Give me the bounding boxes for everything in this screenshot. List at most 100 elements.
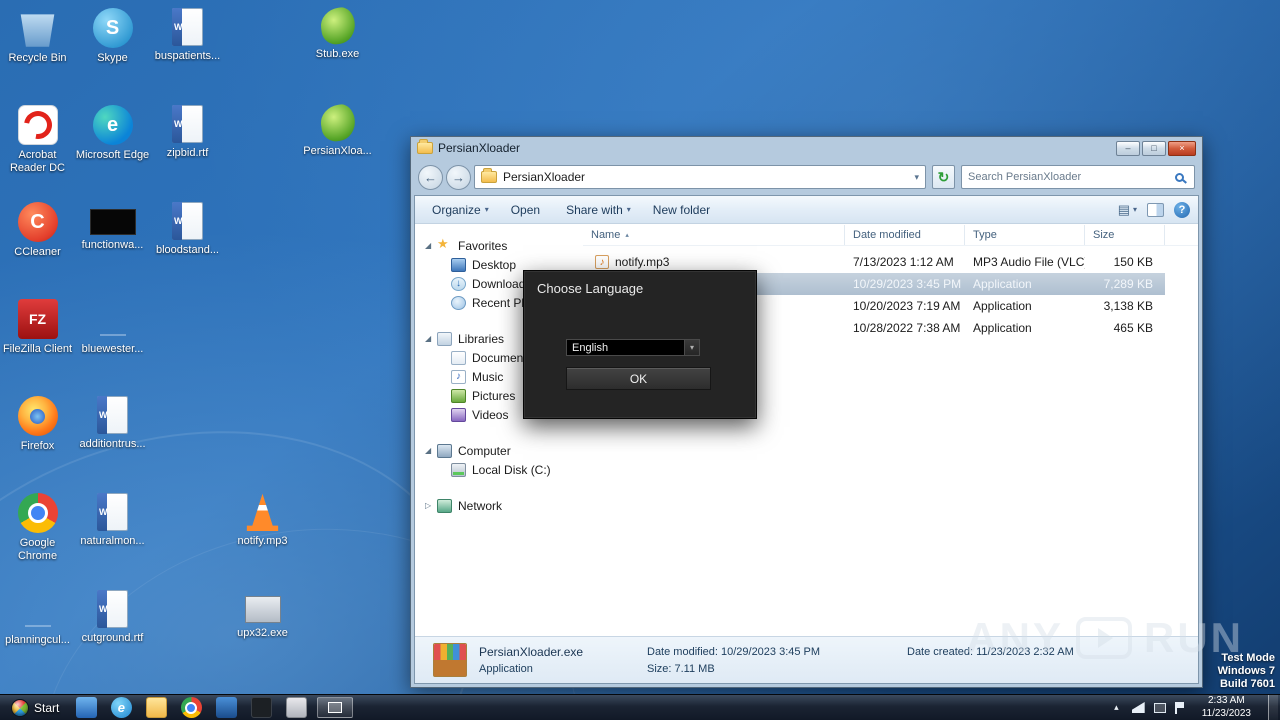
taskbar-app-button[interactable] (73, 696, 99, 720)
desktop-icon[interactable]: Skype (75, 2, 150, 99)
language-value: English (572, 341, 609, 354)
address-dropdown-icon[interactable]: ▾ (914, 172, 919, 183)
desktop-icon-label: naturalmon... (80, 535, 145, 547)
desktop-icon[interactable]: zipbid.rtf (150, 99, 225, 196)
desktop-icon[interactable]: Stub.exe (300, 2, 375, 99)
views-button[interactable]: ▤ ▾ (1118, 202, 1137, 218)
desktop-icon-image (17, 105, 58, 145)
active-window-button[interactable] (317, 697, 354, 718)
display-icon[interactable] (1153, 702, 1166, 713)
taskbar-app-icon (215, 697, 237, 718)
desktop-icon[interactable]: cutground.rtf (75, 584, 150, 681)
sidebar-item-icon (451, 407, 466, 422)
file-type: Application (973, 321, 1032, 335)
desktop-icon-label: Recycle Bin (8, 52, 67, 64)
toolbar-button[interactable]: Organize ▾ (423, 200, 498, 220)
desktop-icon-image (172, 8, 203, 46)
taskbar-app-button[interactable] (283, 696, 309, 720)
expander-icon[interactable]: ◢ (425, 446, 437, 455)
dropdown-icon[interactable]: ▾ (684, 340, 699, 355)
desktop-icon[interactable]: CCleaner (0, 196, 75, 293)
sidebar-item[interactable]: ▷ Network (415, 496, 583, 515)
refresh-button[interactable]: ↻ (932, 165, 955, 189)
taskbar-app-icon (285, 697, 307, 718)
desktop-icon[interactable]: upx32.exe (225, 584, 300, 681)
toolbar-button[interactable]: Open (502, 200, 553, 220)
start-button[interactable]: Start (2, 695, 68, 720)
sidebar-item[interactable]: ◢ Favorites (415, 236, 583, 255)
details-filename: PersianXloader.exe (479, 645, 584, 659)
toolbar-button[interactable]: Share with ▾ (557, 200, 640, 220)
details-date-modified: Date modified: 10/29/2023 3:45 PM (647, 646, 821, 658)
column-header[interactable]: Name ▴ (583, 225, 845, 245)
desktop-icon[interactable]: Recycle Bin (0, 2, 75, 99)
search-placeholder: Search PersianXloader (968, 171, 1082, 183)
desktop-icon-label: Microsoft Edge (75, 149, 150, 161)
system-tray: ▴ 2:33 AM 11/23/2023 (1110, 694, 1278, 720)
column-header[interactable]: Size (1085, 225, 1165, 245)
desktop-icon[interactable]: PersianXloa... (300, 99, 375, 196)
windows-orb-icon (11, 698, 29, 717)
desktop-icon[interactable]: Firefox (0, 390, 75, 487)
desktop-icon[interactable]: FileZilla Client (0, 293, 75, 390)
file-date-modified: 10/29/2023 3:45 PM (853, 277, 962, 291)
desktop-icon[interactable]: bloodstand... (150, 196, 225, 293)
breadcrumb[interactable]: PersianXloader (503, 170, 585, 184)
column-header[interactable]: Date modified (845, 225, 965, 245)
desktop-icon[interactable]: buspatients... (150, 2, 225, 99)
language-select[interactable]: English ▾ (566, 339, 700, 356)
file-type: MP3 Audio File (VLC) (973, 255, 1085, 269)
expander-icon[interactable]: ▷ (425, 501, 437, 510)
sidebar-item-icon (437, 331, 452, 346)
desktop-icon-image (20, 14, 55, 47)
expander-icon[interactable]: ◢ (425, 241, 437, 250)
show-desktop-button[interactable] (1268, 694, 1278, 720)
close-button[interactable]: × (1168, 140, 1196, 156)
taskbar-app-button[interactable] (248, 696, 274, 720)
desktop-icon[interactable]: naturalmon... (75, 487, 150, 584)
search-icon[interactable] (1175, 172, 1184, 182)
taskbar-app-button[interactable] (108, 696, 134, 720)
sidebar-item[interactable]: ◢ Computer (415, 441, 583, 460)
forward-button[interactable]: → (446, 164, 471, 190)
desktop-icon-image (97, 396, 128, 434)
taskbar-clock[interactable]: 2:33 AM 11/23/2023 (1194, 695, 1259, 720)
file-name: notify.mp3 (615, 255, 670, 269)
search-box[interactable]: Search PersianXloader (961, 165, 1195, 189)
sidebar-item[interactable]: Local Disk (C:) (415, 460, 583, 479)
desktop-icon[interactable]: Microsoft Edge (75, 99, 150, 196)
desktop: Recycle Bin Skype buspatients... Stub.ex… (0, 0, 1280, 720)
chevron-down-icon: ▾ (484, 205, 489, 214)
action-center-flag-icon[interactable] (1174, 701, 1185, 714)
maximize-button[interactable]: □ (1142, 140, 1166, 156)
sidebar-item-icon (451, 350, 466, 365)
window-titlebar[interactable]: PersianXloader – □ × (414, 137, 1199, 159)
desktop-icon[interactable]: Acrobat Reader DC (0, 99, 75, 196)
taskbar-app-button[interactable] (178, 696, 204, 720)
file-size: 465 KB (1113, 321, 1153, 335)
preview-pane-button[interactable] (1147, 202, 1164, 217)
desktop-icon[interactable]: Google Chrome (0, 487, 75, 584)
ok-button[interactable]: OK (566, 367, 711, 390)
desktop-icon[interactable]: additiontrus... (75, 390, 150, 487)
sidebar-item-icon (451, 462, 466, 477)
taskbar-app-icon (250, 697, 272, 718)
column-header[interactable]: Type (965, 225, 1085, 245)
network-icon[interactable] (1131, 702, 1145, 713)
expander-icon[interactable]: ◢ (425, 334, 437, 343)
address-bar[interactable]: PersianXloader ▾ (474, 165, 926, 189)
desktop-icon[interactable]: bluewester... (75, 293, 150, 390)
desktop-icon[interactable]: functionwa... (75, 196, 150, 293)
desktop-icon-image (244, 596, 281, 623)
window-folder-icon (417, 139, 433, 154)
minimize-button[interactable]: – (1116, 140, 1140, 156)
help-button[interactable]: ? (1174, 201, 1190, 218)
back-button[interactable]: ← (418, 164, 443, 190)
taskbar-app-button[interactable] (143, 696, 169, 720)
show-hidden-icons-button[interactable]: ▴ (1110, 702, 1123, 713)
taskbar-app-button[interactable] (213, 696, 239, 720)
toolbar-button[interactable]: New folder (644, 200, 723, 220)
desktop-icon-image (89, 209, 136, 235)
desktop-icon[interactable]: notify.mp3 (225, 487, 300, 584)
desktop-icon[interactable]: planningcul... (0, 584, 75, 681)
